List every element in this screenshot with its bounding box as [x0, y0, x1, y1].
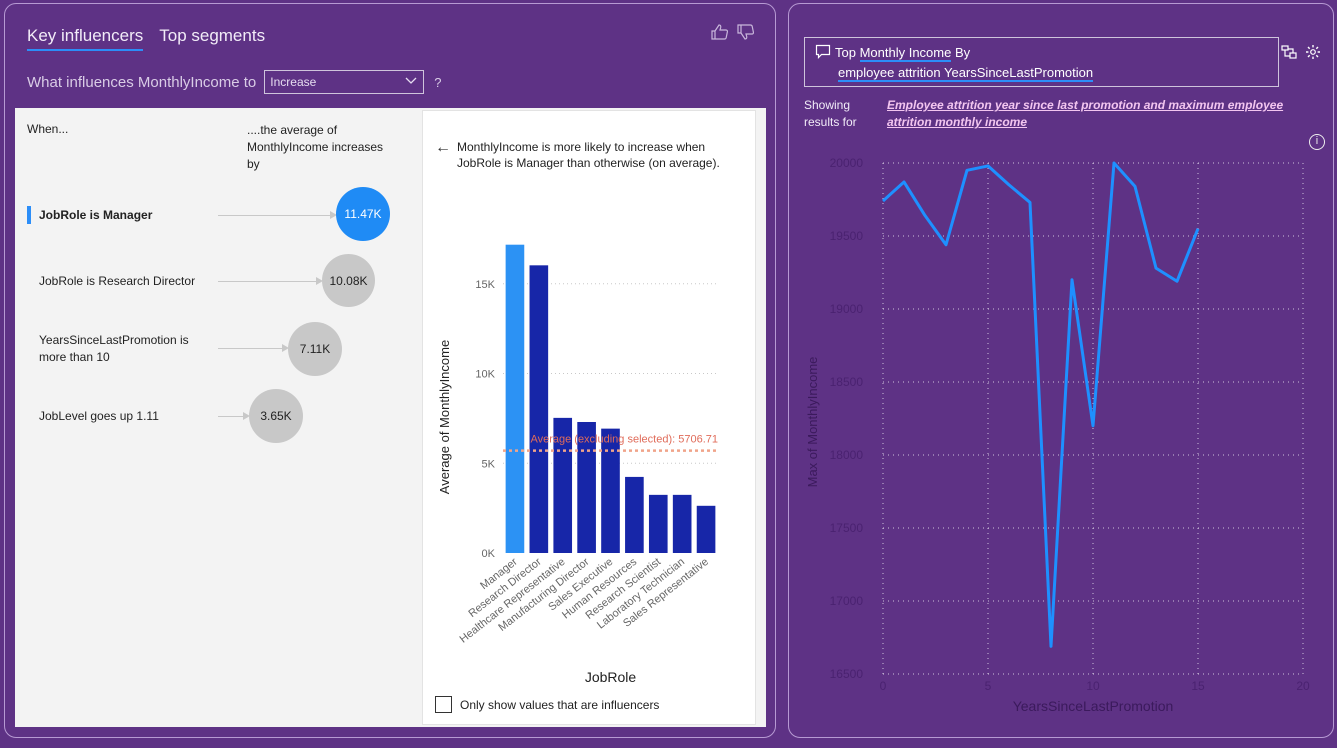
x-tick-label: 15: [1191, 679, 1205, 693]
y-tick-label: 18000: [830, 448, 864, 462]
series-line: [881, 161, 1200, 648]
x-axis-title: JobRole: [585, 669, 637, 685]
influencer-label: JobRole is Manager: [39, 208, 153, 222]
influencer-detail-card: ← MonthlyIncome is more likely to increa…: [422, 110, 756, 725]
bar: [529, 265, 549, 553]
jobrole-bar-chart: 0K5K10K15KManagerResearch DirectorHealth…: [437, 244, 718, 685]
bar: [505, 244, 525, 553]
influencer-connector: [218, 412, 250, 420]
y-tick-label: 18500: [830, 375, 864, 389]
dropdown-value: Increase: [270, 75, 317, 89]
only-influencers-label: Only show values that are influencers: [460, 697, 660, 712]
influencer-label: JobRole is Research Director: [39, 274, 196, 288]
y-tick-label: 16500: [830, 667, 864, 681]
influencer-row[interactable]: JobLevel goes up 1.11 3.65K: [15, 389, 405, 445]
monthly-income-line-chart: 16500 17000 17500 18000 18500 19000 19500 20000…: [805, 156, 1310, 714]
column-header-effect: ....the average of MonthlyIncome increas…: [247, 123, 384, 171]
influencer-row[interactable]: JobRole is Research Director 10.08K: [15, 252, 405, 308]
y-tick-label: 20000: [830, 156, 864, 170]
influencer-bubble: 7.11K: [288, 322, 342, 376]
tab-key-influencers[interactable]: Key influencers: [27, 26, 144, 51]
tab-bar: Key influencers Top segments: [27, 26, 265, 51]
x-axis-title: YearsSinceLastPromotion: [1013, 698, 1174, 714]
bar: [601, 428, 620, 553]
key-influencers-visual: Key influencers Top segments What influe…: [4, 3, 776, 738]
y-axis-title: Average of MonthlyIncome: [437, 340, 452, 494]
thumbs-down-icon[interactable]: [737, 24, 755, 40]
y-tick-label: 17500: [830, 521, 864, 535]
influencer-row[interactable]: JobRole is Manager 11.47K: [15, 186, 405, 242]
influencer-connector: [218, 277, 323, 285]
checkbox-box[interactable]: [435, 696, 452, 713]
selection-indicator: [27, 206, 31, 224]
x-tick-label: 20: [1296, 679, 1310, 693]
x-tick-label: 5: [985, 679, 992, 693]
influencer-connector: [218, 211, 337, 219]
y-tick-label: 5K: [482, 458, 496, 470]
bar: [648, 494, 668, 553]
tab-top-segments[interactable]: Top segments: [159, 26, 265, 51]
average-reference-label: Average (excluding selected): 5706.71: [530, 434, 718, 446]
qa-visual: Top Monthly Income By employee attrition…: [788, 3, 1334, 738]
influencer-bubble: 11.47K: [336, 187, 390, 241]
bar: [672, 494, 692, 553]
bar: [696, 505, 716, 553]
influencer-label: YearsSinceLastPromotion is more than 10: [39, 333, 189, 364]
only-influencers-checkbox[interactable]: Only show values that are influencers: [435, 696, 659, 713]
column-header-when: When...: [27, 122, 69, 136]
help-question-mark[interactable]: ?: [434, 75, 441, 90]
y-axis-title: Max of MonthlyIncome: [805, 357, 820, 488]
y-tick-label: 15K: [475, 279, 495, 291]
bar: [625, 476, 644, 553]
y-tick-label: 0K: [482, 548, 496, 560]
x-tick-label: 0: [880, 679, 887, 693]
influencer-row[interactable]: YearsSinceLastPromotion is more than 10 …: [15, 321, 405, 377]
influencer-connector: [218, 344, 289, 352]
question-row: What influences MonthlyIncome to Increas…: [27, 70, 442, 94]
influencer-bubble: 3.65K: [249, 389, 303, 443]
y-tick-label: 10K: [475, 369, 495, 381]
y-tick-label: 19000: [830, 302, 864, 316]
influencers-area: When... ....the average of MonthlyIncome…: [15, 108, 766, 727]
y-tick-label: 17000: [830, 594, 864, 608]
x-tick-label: 10: [1086, 679, 1100, 693]
feedback-buttons: [711, 24, 755, 40]
influencer-bubble: 10.08K: [322, 254, 375, 307]
question-text: What influences MonthlyIncome to: [27, 73, 257, 91]
chevron-down-icon: [405, 74, 417, 89]
influencer-label: JobLevel goes up 1.11: [39, 409, 159, 423]
thumbs-up-icon[interactable]: [711, 24, 729, 40]
y-tick-label: 19500: [830, 229, 864, 243]
direction-dropdown[interactable]: Increase: [264, 70, 425, 94]
